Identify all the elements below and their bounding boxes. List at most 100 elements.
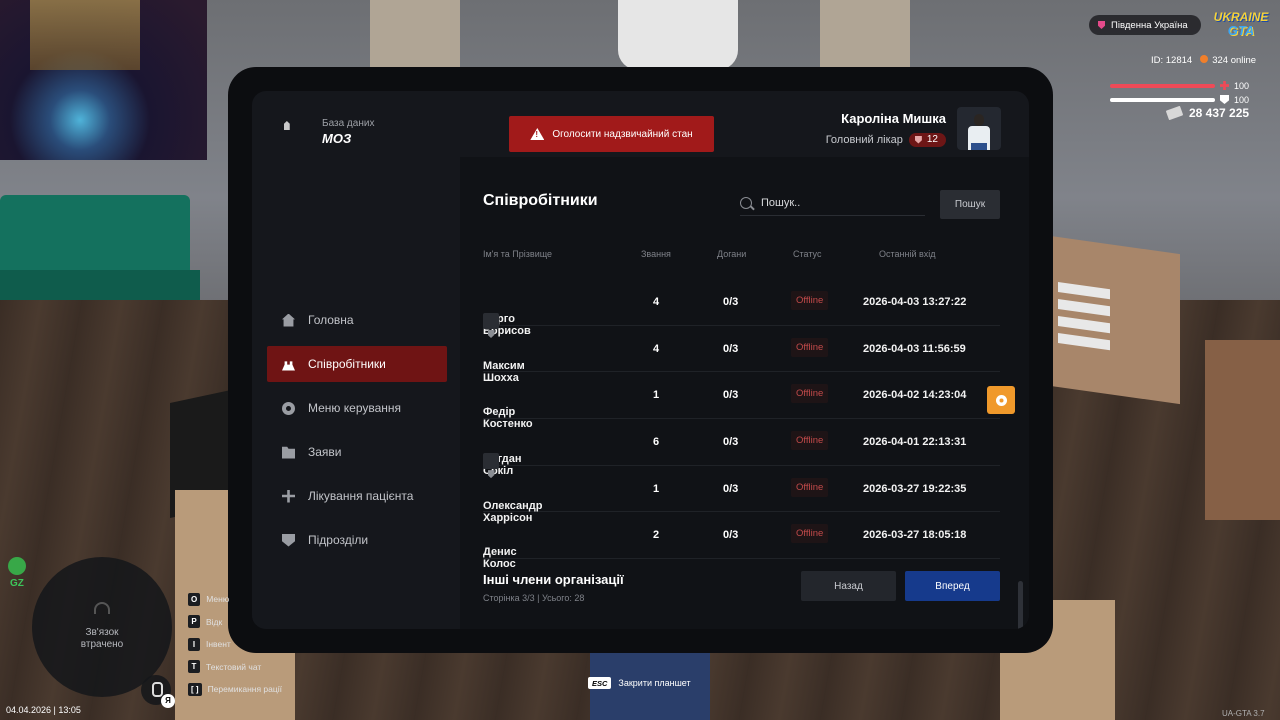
online-count: 324 online — [1212, 55, 1257, 66]
sidebar-item-label: Підрозділи — [308, 533, 369, 547]
employee-warnings: 0/3 — [723, 389, 739, 402]
last-login: 2026-04-03 11:56:59 — [863, 342, 966, 355]
sidebar-item-applications[interactable]: Заяви — [267, 434, 447, 470]
cabinet-drawer — [1058, 332, 1110, 351]
home-icon — [282, 313, 295, 327]
game-logo: UKRAINE GTA — [1212, 10, 1270, 42]
table-row[interactable]: Федір Костенко 1 0/3 Offline 2026-04-02 14:2… — [483, 372, 1000, 430]
org-name: МОЗ — [322, 131, 352, 146]
employee-warnings: 0/3 — [723, 436, 739, 449]
keybind-label: Текстовий чат — [206, 661, 262, 672]
server-shield-icon — [1098, 21, 1105, 29]
close-tablet-label: Закрити планшет — [618, 678, 691, 688]
avatar — [957, 107, 1001, 150]
voice-chat-indicator: Я — [141, 675, 175, 708]
keybind-item: O Меню — [188, 588, 282, 611]
last-login: 2026-04-02 14:23:04 — [863, 389, 967, 402]
armor-bar — [1110, 98, 1215, 102]
emergency-button[interactable]: Оголосити надзвичайний стан — [509, 116, 714, 152]
room-door-right — [820, 0, 910, 70]
next-button[interactable]: Вперед — [905, 571, 1000, 601]
keybind-key: O — [188, 592, 201, 606]
ministry-logo: База даних МОЗ — [284, 118, 374, 146]
table-row[interactable]: Серго Борисов40/3Offline2026-04-03 13:27… — [483, 279, 1000, 338]
table-row[interactable]: Максим Шохха 4 0/3 Offline 2026-04-03 11:56:… — [483, 326, 1000, 384]
minimap-message: Зв'язок втрачено — [32, 627, 172, 651]
player-id-line: ID: 12814 324 online — [1151, 55, 1256, 66]
employees-table: Серго Борисов40/3Offline2026-04-03 13:27… — [483, 279, 1000, 570]
room-door-left — [370, 0, 460, 70]
minimap-message-line1: Зв'язок — [85, 627, 119, 638]
employee-name-text: Денис Колос — [483, 546, 517, 571]
sidebar-item-label: Заяви — [308, 445, 342, 459]
keybind-key: I — [188, 637, 200, 651]
column-header-status: Статус — [793, 249, 822, 259]
scrollbar[interactable] — [1018, 581, 1023, 629]
status-badge: Offline — [791, 291, 829, 310]
keybind-item: T Текстовий чат — [188, 656, 282, 679]
table-header: Ім'я та Прізвище Звання Догани Статус Ос… — [483, 249, 1003, 263]
sidebar-item-home[interactable]: Головна — [267, 302, 447, 338]
ministry-emblem-icon — [284, 121, 310, 143]
warning-icon — [530, 128, 545, 140]
shield-icon — [282, 533, 295, 547]
employee-warnings: 0/3 — [723, 529, 739, 542]
search-button[interactable]: Пошук — [940, 190, 1000, 219]
search-input[interactable] — [761, 196, 911, 209]
healing-icon — [282, 489, 295, 503]
sidebar-item-employees[interactable]: Співробітники — [267, 346, 447, 382]
column-header-name: Ім'я та Прізвище — [483, 249, 553, 259]
online-icon — [1200, 55, 1209, 63]
rank-shield-icon — [914, 135, 922, 144]
tablet-screen: База даних МОЗ Оголосити надзвичайний ст… — [252, 91, 1029, 629]
shelf — [1205, 340, 1280, 520]
status-badge: Offline — [791, 431, 829, 451]
close-tablet-hint: ESC Закрити планшет — [588, 677, 691, 689]
keybind-label: Меню — [206, 594, 230, 605]
zone-indicator-icon — [8, 557, 26, 575]
gear-icon — [996, 395, 1007, 406]
employee-rank: 4 — [653, 296, 660, 308]
sidebar-item-label: Головна — [308, 313, 354, 327]
tablet: База даних МОЗ Оголосити надзвичайний ст… — [228, 67, 1053, 653]
back-button[interactable]: Назад — [801, 571, 896, 601]
player-id: ID: 12814 — [1151, 55, 1193, 66]
table-row[interactable]: Денис Колос 2 0/3 Offline 2026-03-27 18:05:1… — [483, 512, 1000, 570]
row-settings-button[interactable] — [987, 386, 1015, 414]
cabinet-drawer — [1058, 298, 1110, 317]
employee-warnings: 0/3 — [723, 342, 739, 355]
no-signal-icon — [94, 602, 110, 614]
search-box — [740, 190, 925, 216]
server-name: Південна Україна — [1111, 19, 1188, 31]
sidebar-item-treatment[interactable]: Лікування пацієнта — [267, 478, 447, 514]
search-icon — [740, 196, 752, 209]
rank-value: 12 — [926, 134, 938, 145]
employee-rank: 1 — [653, 482, 660, 495]
employee-rank: 2 — [653, 529, 660, 542]
sidebar-item-divisions[interactable]: Підрозділи — [267, 522, 447, 558]
keybind-label: Інвент — [206, 639, 231, 650]
keybind-label: Перемикання рації — [207, 684, 283, 695]
page-title: Співробітники — [483, 192, 598, 209]
footer-title: Інші члени організації — [483, 572, 624, 587]
table-row[interactable]: Олександр Харрісон 1 0/3 Offline 2026-03-27 … — [483, 466, 1000, 524]
status-badge: Offline — [791, 384, 829, 404]
employees-panel: Співробітники Пошук Ім'я та Прізвище Зва… — [460, 157, 1029, 629]
sidebar-nav: Головна Співробітники Меню керування Зая… — [267, 302, 447, 566]
table-row[interactable]: Богдан Сокіл 6 0/3 Offline 2026-04-01 22:13:… — [483, 419, 1000, 479]
employee-rank: 4 — [653, 342, 660, 355]
sidebar-item-label: Лікування пацієнта — [308, 489, 414, 503]
employee-warnings: 0/3 — [723, 296, 739, 308]
game-version: UA-GTA 3.7 — [1222, 709, 1265, 718]
sidebar-item-control-menu[interactable]: Меню керування — [267, 390, 447, 426]
sidebar: Головна Співробітники Меню керування Зая… — [252, 157, 460, 629]
last-login: 2026-04-01 22:13:31 — [863, 436, 967, 449]
keybind-item: I Інвент — [188, 633, 282, 656]
last-login: 2026-04-03 13:27:22 — [863, 296, 967, 308]
keybind-key: P — [188, 615, 200, 629]
employee-rank: 6 — [653, 436, 660, 449]
money-display: 28 437 225 — [1165, 105, 1249, 121]
status-badge: Offline — [791, 337, 829, 357]
people-icon — [282, 361, 295, 371]
user-profile: Кароліна Мишка Головний лікар 12 — [826, 107, 1001, 150]
